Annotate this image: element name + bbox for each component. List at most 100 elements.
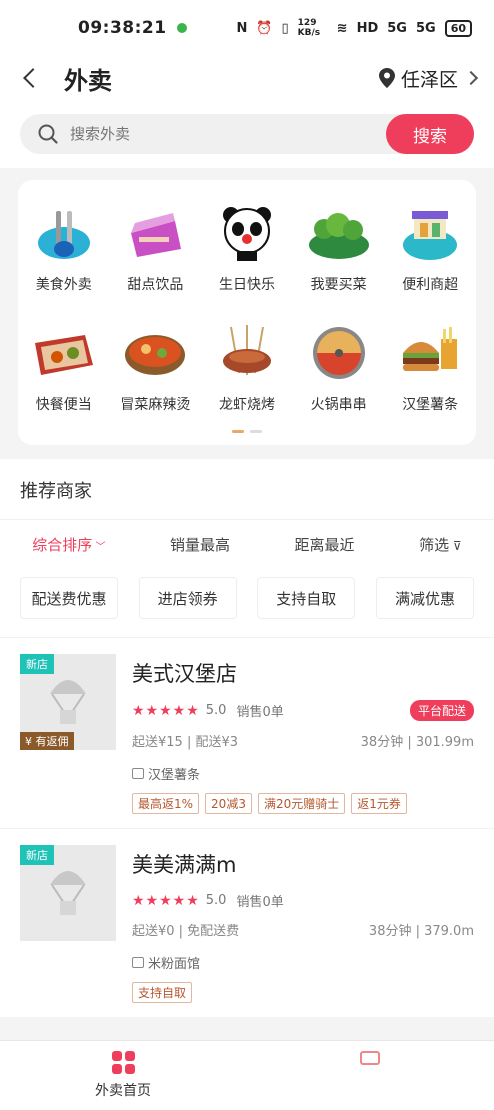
filter-chips: 配送费优惠 进店领券 支持自取 满减优惠 <box>0 571 494 637</box>
promo-tag: 20减3 <box>205 793 252 814</box>
category-grid: 美食外卖 甜点饮品 生日快乐 我要买菜 便利商超 快餐便当 冒菜麻辣烫 龙虾烧烤… <box>18 202 476 414</box>
net-speed: 129 KB/s <box>297 18 321 38</box>
dessert-drink-icon <box>122 202 188 264</box>
hotpot-icon <box>306 322 372 384</box>
time-distance: 38分钟 | 379.0m <box>368 924 474 939</box>
category-item[interactable]: 冒菜麻辣烫 <box>110 322 202 414</box>
promo-tag: 最高返1% <box>132 793 200 814</box>
promo-tag: 返1元券 <box>351 793 407 814</box>
home-grid-icon <box>111 1051 135 1074</box>
promo-tags: 支持自取 <box>132 982 474 1003</box>
nfc-icon: N <box>236 20 248 36</box>
search-section: 搜索 <box>0 100 494 168</box>
shop-meta: ★★★★★ 5.0 销售0单 平台配送 <box>132 700 474 721</box>
alarm-icon: ⏰ <box>256 20 273 36</box>
sort-tab-filter[interactable]: 筛选 ⊽ <box>419 534 462 555</box>
wifi-icon: ≋ <box>336 20 348 36</box>
shop-category-label: 汉堡薯条 <box>148 768 201 783</box>
bbq-skewer-icon <box>214 322 280 384</box>
signal-2: 5G <box>415 20 436 36</box>
sales-count: 销售0单 <box>236 705 284 720</box>
category-item[interactable]: 甜点饮品 <box>110 202 202 294</box>
status-time: 09:38:21 <box>78 18 167 38</box>
chevron-right-icon <box>463 70 479 86</box>
category-item[interactable]: 美食外卖 <box>18 202 110 294</box>
category-item[interactable]: 我要买菜 <box>293 202 385 294</box>
rating-value: 5.0 <box>205 703 227 718</box>
chevron-down-icon: ﹀ <box>92 542 106 553</box>
category-item[interactable]: 汉堡薯条 <box>384 322 476 414</box>
category-card: 美食外卖 甜点饮品 生日快乐 我要买菜 便利商超 快餐便当 冒菜麻辣烫 龙虾烧烤… <box>18 180 476 445</box>
status-bar: 09:38:21 N ⏰ ▯ 129 KB/s ≋ HD 5G 5G 60 <box>0 0 494 56</box>
filter-chip-full-reduction[interactable]: 满减优惠 <box>375 577 474 619</box>
category-label: 快餐便当 <box>35 397 92 413</box>
category-label: 汉堡薯条 <box>402 397 459 413</box>
filter-chip-coupon[interactable]: 进店领券 <box>138 577 237 619</box>
category-item[interactable]: 便利商超 <box>384 202 476 294</box>
section-title: 推荐商家 <box>20 481 92 502</box>
category-item[interactable]: 生日快乐 <box>201 202 293 294</box>
location-selector[interactable]: 任泽区 <box>378 65 479 92</box>
wechat-notify-icon <box>176 23 187 33</box>
sort-tab-label: 筛选 <box>419 536 450 554</box>
shop-name: 美美满满m <box>132 853 237 877</box>
category-item[interactable]: 快餐便当 <box>18 322 110 414</box>
promo-tag: 支持自取 <box>132 982 193 1003</box>
search-input[interactable] <box>70 125 330 143</box>
shop-cost-row: 起送¥15 | 配送¥3 38分钟 | 301.99m <box>132 731 474 750</box>
status-icons: N ⏰ ▯ 129 KB/s ≋ HD 5G 5G 60 <box>236 18 472 38</box>
shop-thumbnail: 新店 ¥ 有返佣 <box>20 654 116 750</box>
shop-info: 美式汉堡店 ★★★★★ 5.0 销售0单 平台配送 起送¥15 | 配送¥3 3… <box>132 654 474 814</box>
platform-delivery-badge: 平台配送 <box>409 700 474 721</box>
sort-tab-comprehensive[interactable]: 综合排序 ﹀ <box>32 534 105 555</box>
sort-tab-distance[interactable]: 距离最近 <box>295 534 355 555</box>
sales-count: 销售0单 <box>236 895 284 910</box>
filter-chip-delivery-discount[interactable]: 配送费优惠 <box>20 577 118 619</box>
category-label: 火锅串串 <box>310 397 367 413</box>
sort-tab-label: 综合排序 <box>32 536 93 554</box>
filter-chip-self-pickup[interactable]: 支持自取 <box>257 577 356 619</box>
hd-badge: HD <box>356 20 379 36</box>
bento-icon <box>31 322 97 384</box>
category-label: 甜点饮品 <box>127 277 184 293</box>
vibrate-icon: ▯ <box>281 20 289 36</box>
shop-name: 美式汉堡店 <box>132 662 237 686</box>
shop-card[interactable]: 新店 ¥ 有返佣 美式汉堡店 ★★★★★ 5.0 销售0单 平台配送 起送¥15… <box>0 637 494 828</box>
vegetable-icon <box>306 202 372 264</box>
burger-fries-icon <box>397 322 463 384</box>
rebate-tag: ¥ 有返佣 <box>20 732 74 750</box>
category-item[interactable]: 火锅串串 <box>293 322 385 414</box>
category-label: 生日快乐 <box>218 277 275 293</box>
shop-meta: ★★★★★ 5.0 销售0单 <box>132 891 474 911</box>
back-arrow-icon[interactable] <box>23 68 43 88</box>
location-name: 任泽区 <box>400 68 458 91</box>
category-label: 美食外卖 <box>35 277 92 293</box>
signal-1: 5G <box>387 20 407 36</box>
category-label: 龙虾烧烤 <box>218 397 275 413</box>
new-shop-tag: 新店 <box>20 654 54 674</box>
sort-tabs: 综合排序 ﹀ 销量最高 距离最近 筛选 ⊽ <box>0 519 494 571</box>
delivery-cost: 起送¥15 | 配送¥3 <box>132 735 238 750</box>
shop-card[interactable]: 新店 美美满满m ★★★★★ 5.0 销售0单 起送¥0 | 免配送费 38分钟… <box>0 828 494 1017</box>
shop-category: 米粉面馆 <box>132 953 474 972</box>
convenience-store-icon <box>397 202 463 264</box>
store-icon <box>132 768 144 779</box>
sort-tab-sales[interactable]: 销量最高 <box>170 534 230 555</box>
search-button[interactable]: 搜索 <box>386 114 474 154</box>
search-icon <box>38 124 58 144</box>
time-distance: 38分钟 | 301.99m <box>360 735 474 750</box>
category-label: 我要买菜 <box>310 277 367 293</box>
shop-category: 汉堡薯条 <box>132 764 474 783</box>
tab-home[interactable]: 外卖首页 <box>0 1041 246 1110</box>
filter-icon: ⊽ <box>449 539 462 553</box>
location-pin-icon <box>378 68 395 88</box>
star-rating-icon: ★★★★★ <box>132 702 200 719</box>
page-dot <box>250 430 262 433</box>
promo-tags: 最高返1% 20减3 满20元赠骑士 返1元券 <box>132 793 474 814</box>
battery-icon: 60 <box>444 19 472 37</box>
tab-orders[interactable] <box>246 1041 494 1110</box>
store-icon <box>132 957 144 968</box>
category-item[interactable]: 龙虾烧烤 <box>201 322 293 414</box>
tab-home-label: 外卖首页 <box>95 1083 151 1099</box>
bottom-tab-bar: 外卖首页 <box>0 1040 494 1110</box>
